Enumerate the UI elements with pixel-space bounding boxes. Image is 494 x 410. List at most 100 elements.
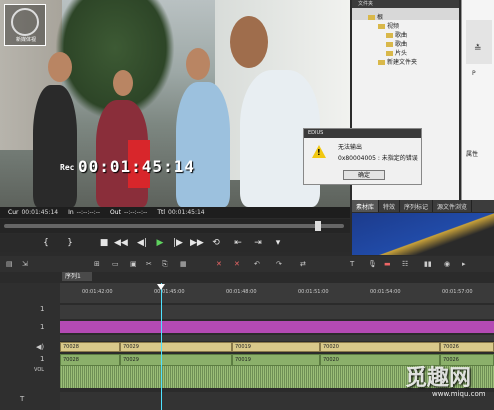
vol-label: VOL xyxy=(34,367,45,373)
folder-icon xyxy=(386,42,393,47)
bin-item[interactable]: 片头 xyxy=(386,48,407,57)
out-readout: Out --:--:--:-- xyxy=(110,209,148,216)
step-back-icon[interactable]: ◀| xyxy=(136,237,148,249)
tab-sequence-markers[interactable]: 序列标记 xyxy=(400,200,434,212)
ruler-tick: 00:01:54:00 xyxy=(370,289,401,295)
video-clip[interactable]: 70029 xyxy=(120,342,232,352)
stop-icon[interactable]: ■ xyxy=(98,237,110,249)
playhead[interactable] xyxy=(161,283,162,410)
title-track-clip[interactable] xyxy=(60,321,494,333)
video-clip[interactable]: 70020 xyxy=(320,342,440,352)
channel-logo: 新媒体视 xyxy=(4,4,46,46)
scrubber-track[interactable] xyxy=(4,224,344,228)
warning-icon-mark: ! xyxy=(317,148,321,157)
open-icon[interactable]: ⇲ xyxy=(22,260,28,268)
output-menu-icon[interactable]: ▾ xyxy=(272,237,284,249)
rewind-icon[interactable]: ◀◀ xyxy=(114,237,128,249)
toolbar-icon[interactable]: ☷ xyxy=(402,260,408,268)
properties-label: 属性 xyxy=(466,151,479,158)
title-track-icon[interactable]: T xyxy=(20,395,24,403)
toolbar-icon[interactable]: ⇄ xyxy=(300,260,306,268)
video-track: 70028 70029 70019 70020 70026 xyxy=(60,342,494,354)
dialog-message: 无法输出 xyxy=(338,144,363,151)
preview-window: 新媒体视 Rec 00:01:45:14 xyxy=(0,0,350,207)
ruler-tick: 00:01:57:00 xyxy=(442,289,473,295)
scrubber-knob[interactable] xyxy=(314,221,321,231)
video-person-head xyxy=(186,48,210,80)
clip-thumbnail xyxy=(466,20,492,64)
track-label: 1 xyxy=(40,323,45,331)
video-person-head xyxy=(48,52,72,82)
bin-item[interactable]: 新建文件夹 xyxy=(378,57,417,66)
render-icon[interactable]: ◉ xyxy=(444,260,450,268)
p-label: P xyxy=(472,70,476,77)
ttl-readout: Ttl 00:01:45:14 xyxy=(157,209,205,216)
loop-icon[interactable]: ⟲ xyxy=(210,237,222,249)
video-clip[interactable]: 70028 xyxy=(60,342,120,352)
bin-item[interactable]: 根 xyxy=(368,12,383,21)
overwrite-icon[interactable]: ⇥ xyxy=(252,237,264,249)
cut-icon[interactable]: ✂ xyxy=(146,260,152,268)
error-dialog: EDIUS ! 无法输出 0x80004005 : 未指定的错误 确定 xyxy=(303,128,422,185)
tab-sequence[interactable]: 序列1 xyxy=(62,272,92,281)
paste-icon[interactable]: ▦ xyxy=(180,260,187,268)
desktop-background xyxy=(352,213,494,255)
speaker-icon[interactable]: ◀) xyxy=(36,343,44,351)
bin-item[interactable]: 歌曲 xyxy=(386,30,407,39)
record-icon[interactable]: ▬ xyxy=(384,260,391,268)
ruler-tick: 00:01:51:00 xyxy=(298,289,329,295)
track-label: 1 xyxy=(40,305,45,313)
logo-text: 新媒体视 xyxy=(15,37,36,43)
audio-clip[interactable]: 70019 xyxy=(232,354,320,366)
play-icon[interactable]: ▶ xyxy=(154,237,166,249)
toolbar-icon[interactable]: ▭ xyxy=(112,260,119,268)
redo-icon[interactable]: ↷ xyxy=(276,260,282,268)
video-person xyxy=(33,85,77,207)
audio-clip[interactable]: 70028 xyxy=(60,354,120,366)
timeline-ruler[interactable]: 00:01:42:00 00:01:45:00 00:01:48:00 00:0… xyxy=(60,283,494,303)
ripple-delete-icon[interactable]: ✕ xyxy=(234,260,240,268)
copy-icon[interactable]: ⎘ xyxy=(162,260,168,269)
new-sequence-icon[interactable]: ▤ xyxy=(6,260,13,268)
video-clip[interactable]: 70019 xyxy=(232,342,320,352)
logo-ring-icon xyxy=(11,8,39,36)
panel-tabs: 素材库 特效 序列标记 源文件浏览 xyxy=(352,200,494,212)
timeline-toolbar: ▤ ⇲ ⊞ ▭ ▣ ✂ ⎘ ▦ ✕ ✕ ↶ ↷ ⇄ T 🎙 ▬ ☷ ▮▮ ◉ ▸ xyxy=(0,256,494,272)
video-clip[interactable]: 70026 xyxy=(440,342,494,352)
watermark: 觅趣网 xyxy=(405,366,472,391)
settings-icon[interactable]: ▸ xyxy=(462,260,466,268)
video-person xyxy=(176,82,230,207)
set-out-icon[interactable]: } xyxy=(64,237,76,249)
title-track-row xyxy=(60,392,494,410)
insert-icon[interactable]: ⇤ xyxy=(232,237,244,249)
player-side-panel: ≛ P xyxy=(461,0,494,200)
video-person-head xyxy=(113,70,133,96)
in-readout: In --:--:--:-- xyxy=(68,209,101,216)
folder-icon xyxy=(368,15,375,20)
meter-icon[interactable]: ▮▮ xyxy=(424,260,432,268)
bin-title: 文件夹 xyxy=(352,0,459,8)
timecode-overlay: 00:01:45:14 xyxy=(78,157,195,176)
step-forward-icon[interactable]: |▶ xyxy=(172,237,184,249)
playhead-handle[interactable] xyxy=(157,284,165,290)
fast-forward-icon[interactable]: ▶▶ xyxy=(190,237,204,249)
preview-info-bar: Cur 00:01:45:14 In --:--:--:-- Out --:--:--… xyxy=(0,207,350,218)
set-in-icon[interactable]: { xyxy=(40,237,52,249)
mic-icon[interactable]: 🎙 xyxy=(368,260,377,268)
clip-thumbnail-mark: ≛ xyxy=(474,44,482,54)
toolbar-icon[interactable]: ▣ xyxy=(130,260,137,268)
bin-item[interactable]: 视频 xyxy=(378,21,399,30)
preview-scrubber[interactable] xyxy=(0,219,350,233)
audio-clip[interactable]: 70029 xyxy=(120,354,232,366)
toolbar-icon[interactable]: ⊞ xyxy=(94,260,100,268)
bin-item[interactable]: 歌曲 xyxy=(386,39,407,48)
delete-icon[interactable]: ✕ xyxy=(216,260,222,268)
ok-button[interactable]: 确定 xyxy=(343,170,385,180)
tab-source-browser[interactable]: 源文件浏览 xyxy=(433,200,473,212)
title-icon[interactable]: T xyxy=(350,260,354,268)
ruler-tick: 00:01:48:00 xyxy=(226,289,257,295)
tab-bin[interactable]: 素材库 xyxy=(352,200,380,212)
tab-effects[interactable]: 特效 xyxy=(379,200,401,212)
undo-icon[interactable]: ↶ xyxy=(254,260,260,268)
ruler-tick: 00:01:42:00 xyxy=(82,289,113,295)
